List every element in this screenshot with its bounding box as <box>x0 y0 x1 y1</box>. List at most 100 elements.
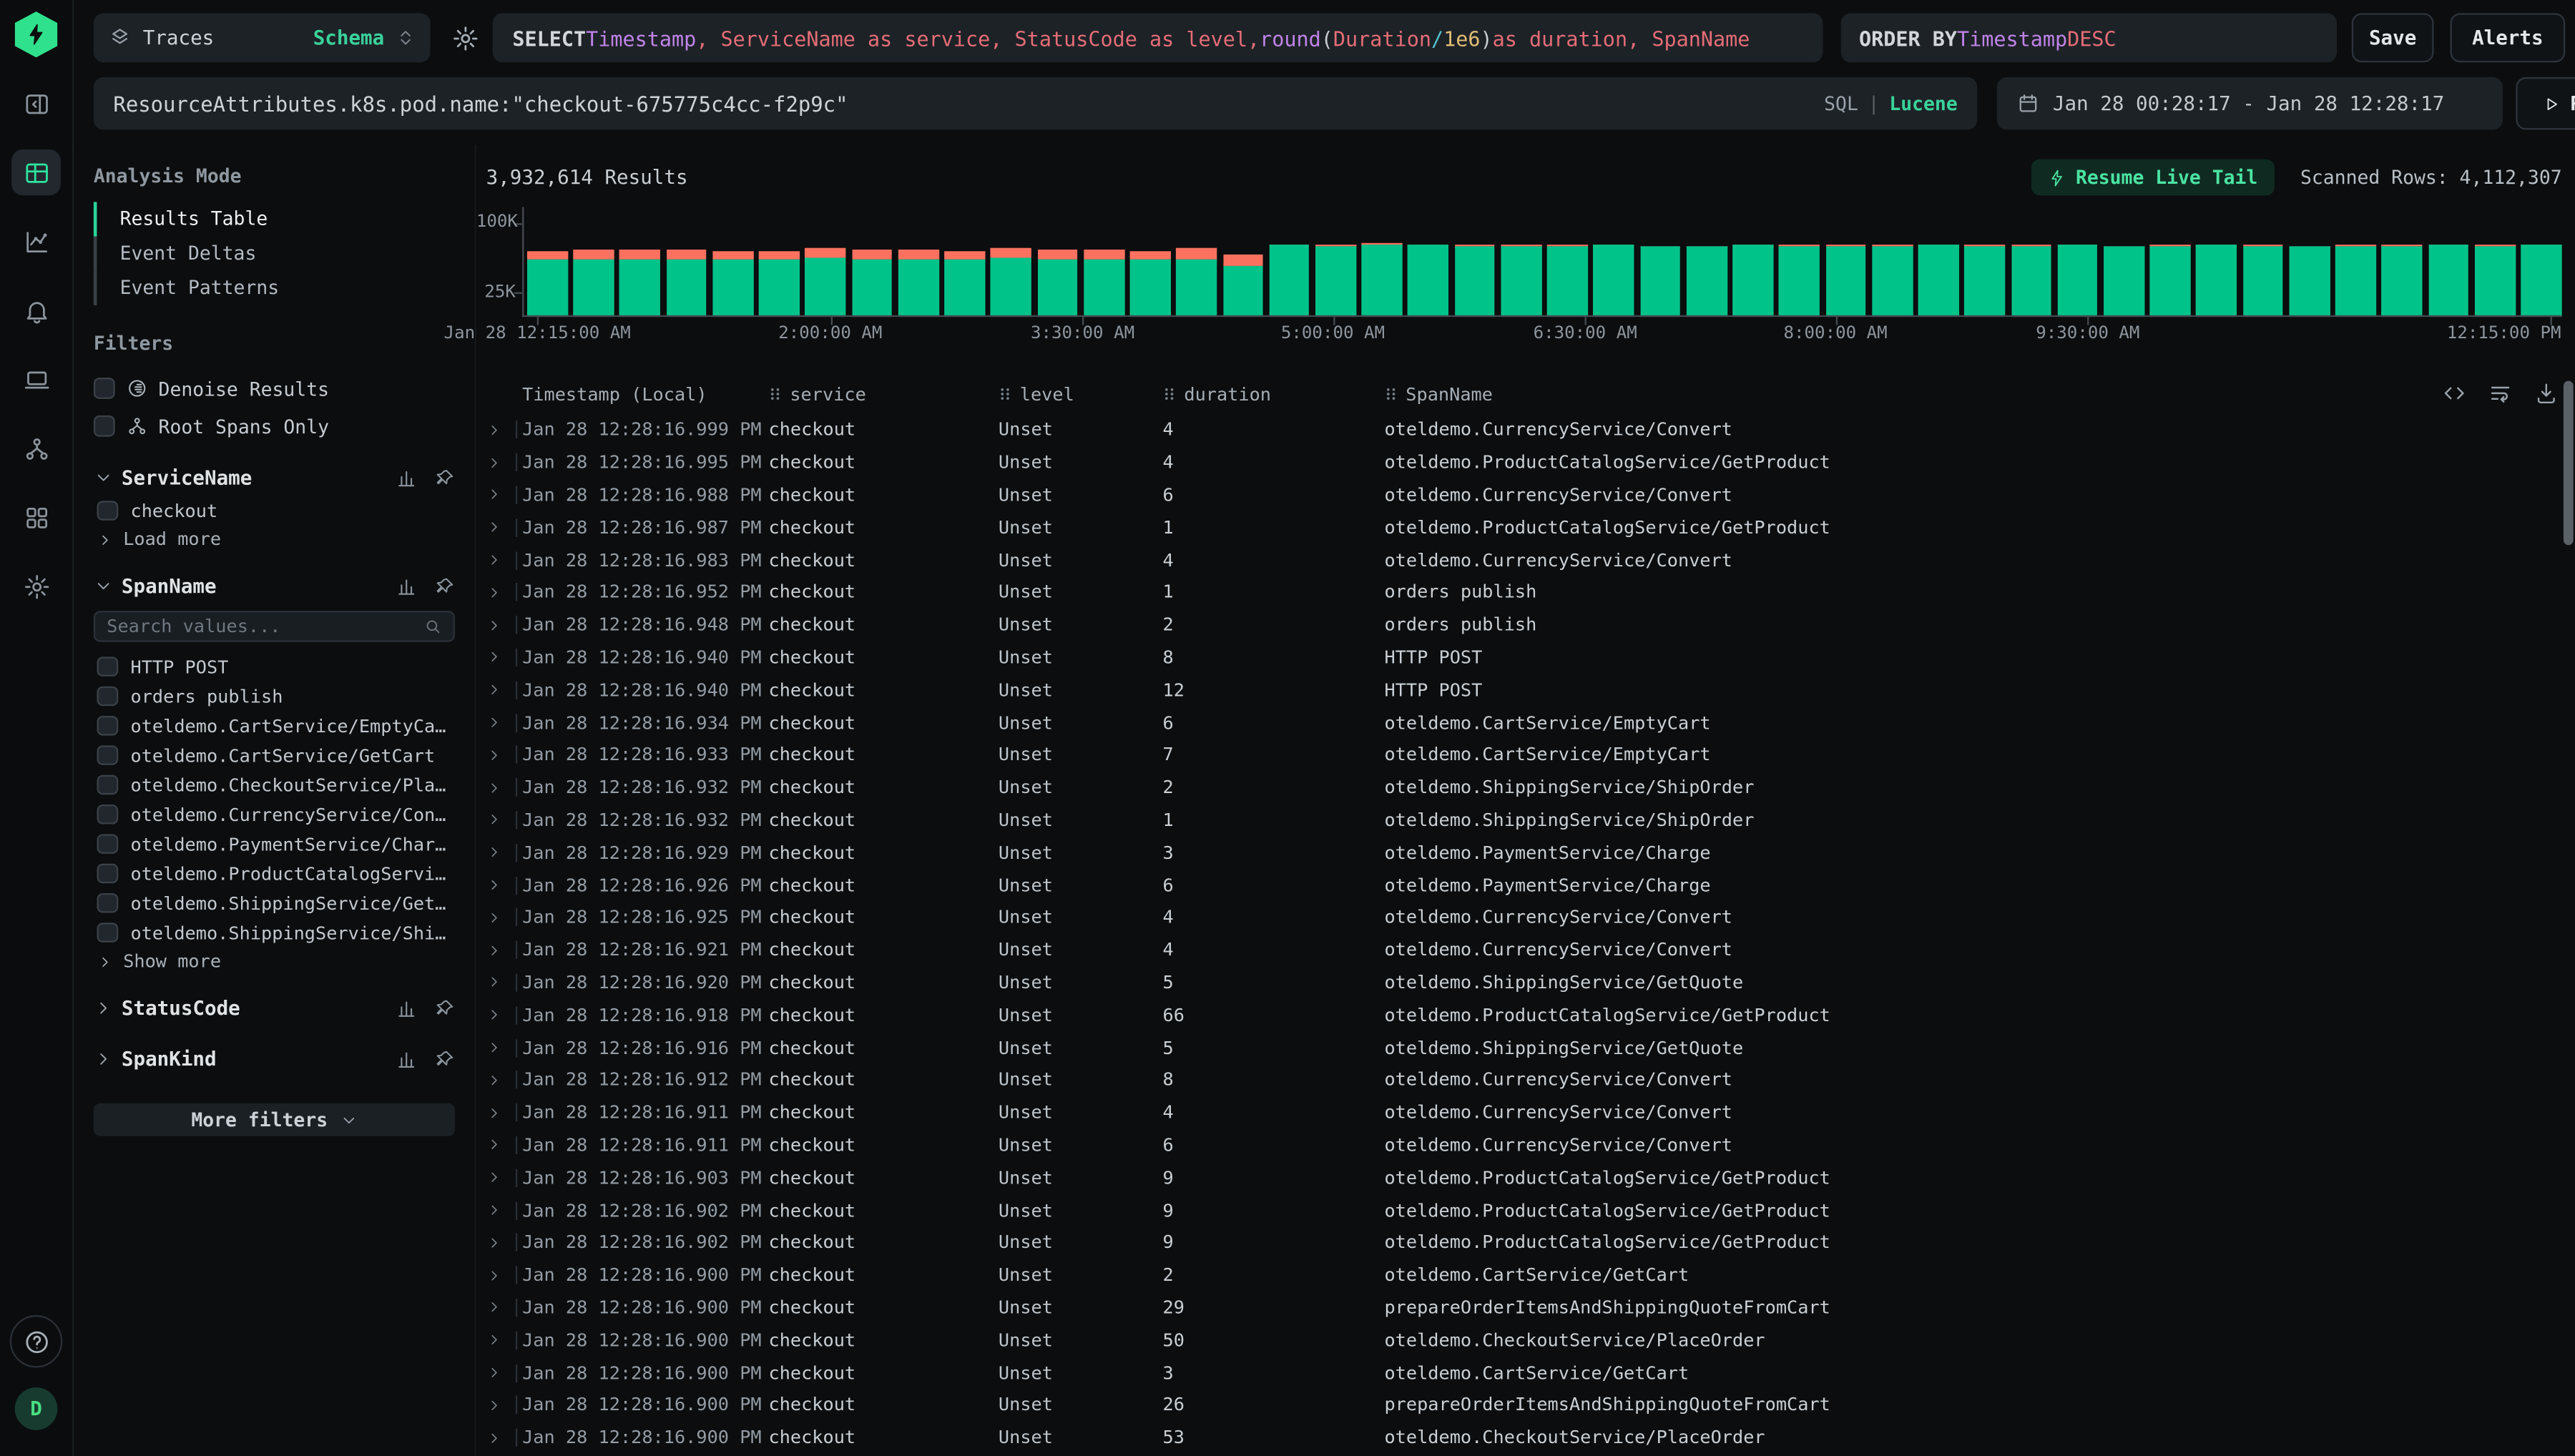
histogram-bar[interactable] <box>2521 244 2561 317</box>
alerts-button[interactable]: Alerts <box>2451 13 2566 62</box>
histogram-bar[interactable] <box>2104 246 2144 317</box>
rail-item-client-sessions[interactable] <box>11 356 61 402</box>
column-header-spanname[interactable]: SpanName <box>1384 383 2575 405</box>
row-expander[interactable] <box>486 941 523 959</box>
filter-value-row[interactable]: oteldemo.CheckoutService/Pla… <box>94 770 455 800</box>
table-row[interactable]: Jan 28 12:28:16.983 PMcheckoutUnset4otel… <box>476 543 2575 576</box>
code-view-icon[interactable] <box>2442 381 2466 405</box>
histogram-bar[interactable] <box>1965 245 2006 317</box>
table-row[interactable]: Jan 28 12:28:16.911 PMcheckoutUnset4otel… <box>476 1096 2575 1128</box>
table-row[interactable]: Jan 28 12:28:16.920 PMcheckoutUnset5otel… <box>476 966 2575 998</box>
filter-toggle-root-spans-only[interactable]: Root Spans Only <box>94 407 455 445</box>
table-row[interactable]: Jan 28 12:28:16.911 PMcheckoutUnset6otel… <box>476 1129 2575 1161</box>
source-selector[interactable]: Traces Schema <box>94 13 431 62</box>
save-button[interactable]: Save <box>2352 13 2434 62</box>
row-expander[interactable] <box>486 551 523 569</box>
filter-group-statuscode[interactable]: StatusCode <box>94 990 455 1026</box>
row-expander[interactable] <box>486 1136 523 1154</box>
filter-value-row[interactable]: oteldemo.CartService/EmptyCa… <box>94 711 455 740</box>
table-row[interactable]: Jan 28 12:28:16.903 PMcheckoutUnset9otel… <box>476 1161 2575 1194</box>
row-expander[interactable] <box>486 876 523 894</box>
histogram-bar[interactable] <box>1547 245 1588 317</box>
row-expander[interactable] <box>486 1006 523 1024</box>
histogram-bar[interactable] <box>574 250 614 317</box>
row-expander[interactable] <box>486 1429 523 1447</box>
histogram-bar[interactable] <box>2197 245 2237 317</box>
histogram-bar[interactable] <box>1177 249 1217 317</box>
histogram-bar[interactable] <box>1269 244 1310 317</box>
row-expander[interactable] <box>486 649 523 666</box>
filter-value-row[interactable]: oteldemo.PaymentService/Char… <box>94 829 455 858</box>
row-expander[interactable] <box>486 908 523 926</box>
table-row[interactable]: Jan 28 12:28:16.940 PMcheckoutUnset8HTTP… <box>476 641 2575 674</box>
checkbox[interactable] <box>97 774 117 795</box>
histogram-bar[interactable] <box>2057 245 2098 317</box>
column-header-level[interactable]: level <box>999 383 1163 405</box>
checkbox[interactable] <box>97 715 117 736</box>
table-row[interactable]: Jan 28 12:28:16.902 PMcheckoutUnset9otel… <box>476 1226 2575 1259</box>
histogram-bar[interactable] <box>2289 246 2330 317</box>
rail-item-settings[interactable] <box>11 564 61 609</box>
table-row[interactable]: Jan 28 12:28:16.926 PMcheckoutUnset6otel… <box>476 869 2575 901</box>
column-header-duration[interactable]: duration <box>1163 383 1385 405</box>
row-expander[interactable] <box>486 1038 523 1056</box>
row-expander[interactable] <box>486 1234 523 1251</box>
column-header-service[interactable]: service <box>768 383 998 405</box>
table-row[interactable]: Jan 28 12:28:16.995 PMcheckoutUnset4otel… <box>476 446 2575 478</box>
filter-value-row[interactable]: oteldemo.ShippingService/Shi… <box>94 918 455 947</box>
filter-load-more[interactable]: Load more <box>94 526 455 554</box>
row-expander[interactable] <box>486 973 523 991</box>
table-row[interactable]: Jan 28 12:28:16.933 PMcheckoutUnset7otel… <box>476 739 2575 771</box>
filter-group-spankind[interactable]: SpanKind <box>94 1041 455 1078</box>
histogram-bar[interactable] <box>1687 246 1727 317</box>
row-expander[interactable] <box>486 421 523 439</box>
text-wrap-icon[interactable] <box>2488 381 2512 405</box>
checkbox[interactable] <box>94 415 114 436</box>
row-expander[interactable] <box>486 746 523 764</box>
row-expander[interactable] <box>486 681 523 699</box>
row-expander[interactable] <box>486 1201 523 1219</box>
histogram-bar[interactable] <box>1315 245 1356 317</box>
resume-live-tail-button[interactable]: Resume Live Tail <box>2031 159 2274 196</box>
table-row[interactable]: Jan 28 12:28:16.900 PMcheckoutUnset53ote… <box>476 1422 2575 1454</box>
histogram-bar[interactable] <box>1084 250 1124 317</box>
filter-group-servicename[interactable]: ServiceName <box>94 460 455 496</box>
histogram-bar[interactable] <box>852 250 893 317</box>
table-row[interactable]: Jan 28 12:28:16.934 PMcheckoutUnset6otel… <box>476 707 2575 739</box>
row-expander[interactable] <box>486 616 523 634</box>
search-query-input[interactable]: ResourceAttributes.k8s.pod.name:"checkou… <box>94 77 1977 129</box>
histogram-bar[interactable] <box>944 250 985 317</box>
drag-handle-icon[interactable] <box>768 386 781 403</box>
table-row[interactable]: Jan 28 12:28:16.988 PMcheckoutUnset6otel… <box>476 478 2575 511</box>
column-header-timestamp-local-[interactable]: Timestamp (Local) <box>522 383 768 405</box>
row-expander[interactable] <box>486 1331 523 1349</box>
rail-item-service-map[interactable] <box>11 426 61 471</box>
analysis-mode-event-patterns[interactable]: Event Patterns <box>94 271 455 305</box>
hyperdx-logo-icon[interactable] <box>15 11 58 57</box>
row-expander[interactable] <box>486 1071 523 1089</box>
histogram-bar[interactable] <box>1594 244 1634 317</box>
row-expander[interactable] <box>486 584 523 601</box>
table-row[interactable]: Jan 28 12:28:16.900 PMcheckoutUnset3otel… <box>476 1357 2575 1389</box>
table-row[interactable]: Jan 28 12:28:16.952 PMcheckoutUnset1orde… <box>476 576 2575 609</box>
row-expander[interactable] <box>486 486 523 504</box>
table-row[interactable]: Jan 28 12:28:16.929 PMcheckoutUnset3otel… <box>476 836 2575 868</box>
row-expander[interactable] <box>486 1299 523 1317</box>
histogram-bar[interactable] <box>1130 250 1171 317</box>
table-row[interactable]: Jan 28 12:28:16.999 PMcheckoutUnset4otel… <box>476 414 2575 446</box>
row-expander[interactable] <box>486 1169 523 1186</box>
drag-handle-icon[interactable] <box>999 386 1011 403</box>
histogram-bar[interactable] <box>2335 245 2376 317</box>
histogram-bar[interactable] <box>1918 245 1959 317</box>
filter-value-row[interactable]: checkout <box>94 496 455 525</box>
pin-icon[interactable] <box>433 1048 455 1070</box>
bar-chart-icon[interactable] <box>396 998 417 1019</box>
filter-group-spanname[interactable]: SpanName <box>94 568 455 604</box>
source-settings-gear-icon[interactable] <box>451 24 479 52</box>
language-lucene-toggle[interactable]: Lucene <box>1889 92 1957 115</box>
histogram-bar[interactable] <box>2242 245 2283 317</box>
histogram-bar[interactable] <box>1779 245 1820 317</box>
rail-item-alerts[interactable] <box>11 287 61 333</box>
histogram-bar[interactable] <box>2428 244 2469 317</box>
histogram-bar[interactable] <box>1640 246 1681 317</box>
